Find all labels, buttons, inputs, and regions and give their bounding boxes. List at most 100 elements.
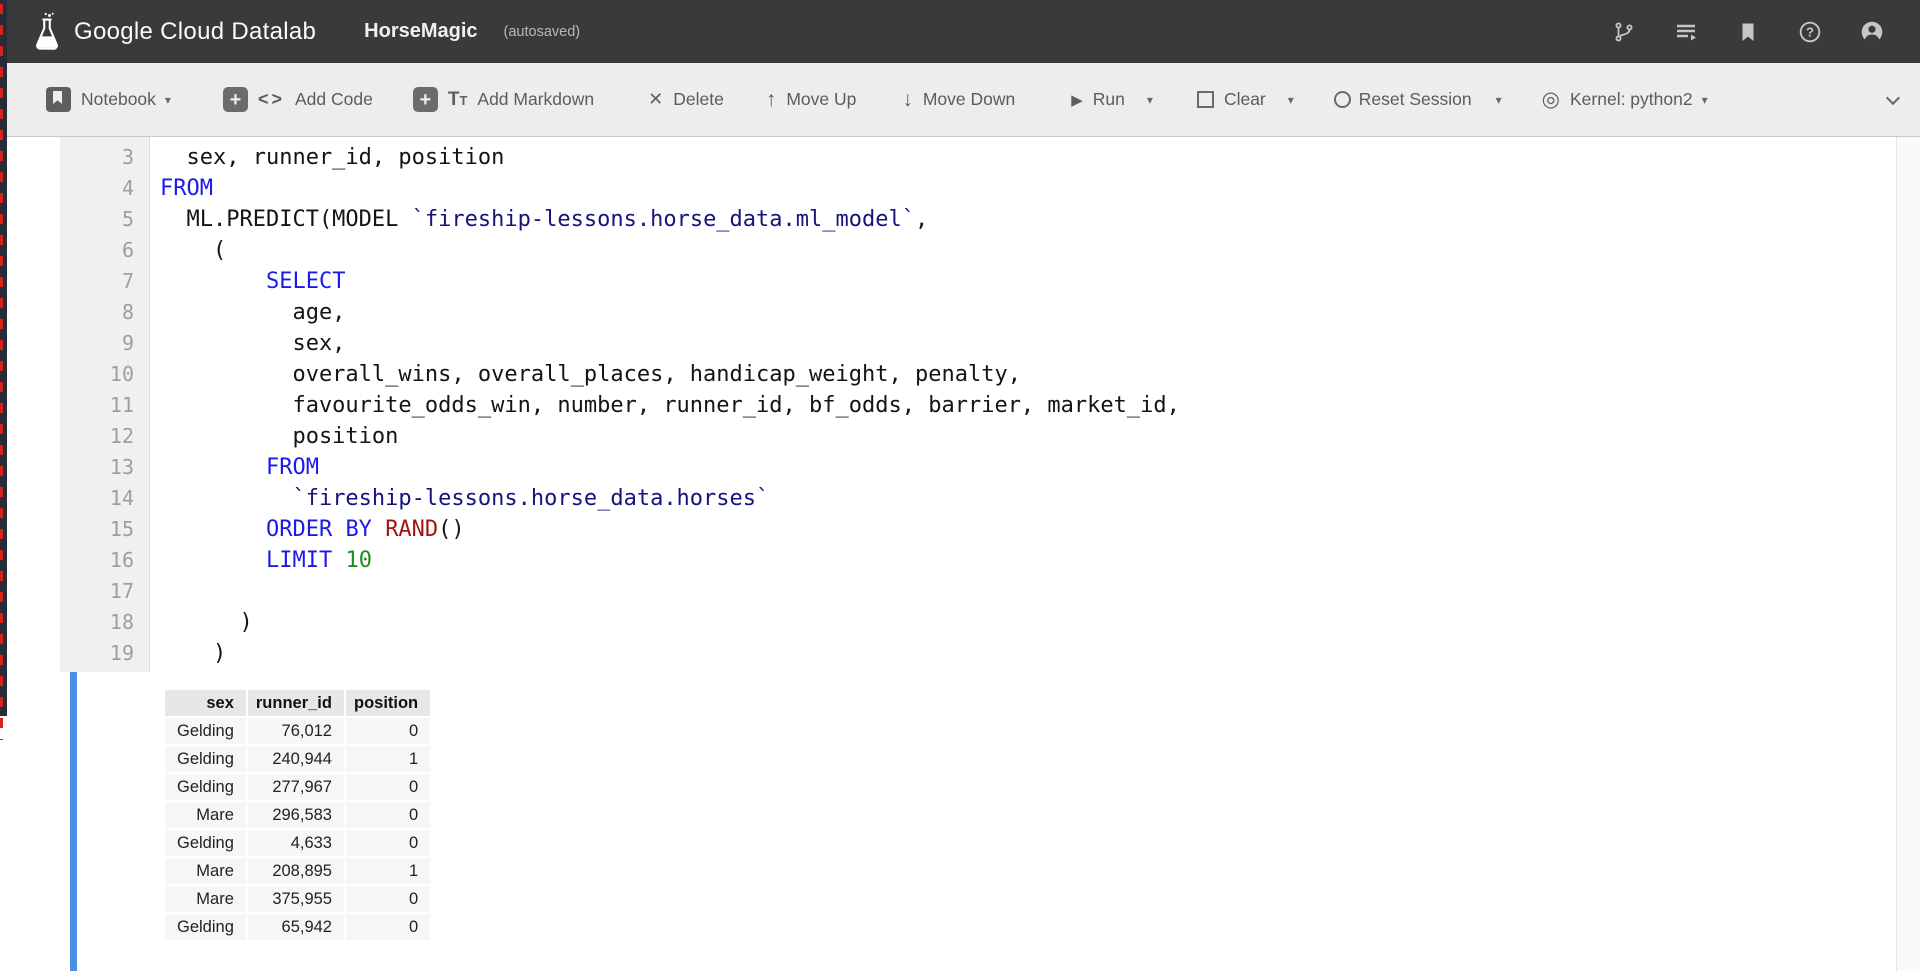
- table-cell: 0: [346, 802, 430, 828]
- table-row: Gelding4,6330: [165, 830, 430, 856]
- table-cell: Gelding: [165, 746, 246, 772]
- table-cell: 0: [346, 718, 430, 744]
- code-line[interactable]: sex,: [160, 328, 1896, 359]
- code-brackets-icon: <>: [258, 89, 285, 110]
- code-line[interactable]: (: [160, 235, 1896, 266]
- table-row: Mare208,8951: [165, 858, 430, 884]
- add-markdown-label: Add Markdown: [477, 89, 594, 110]
- code-line[interactable]: LIMIT 10: [160, 545, 1896, 576]
- table-row: Mare296,5830: [165, 802, 430, 828]
- chevron-down-icon[interactable]: ▾: [1147, 93, 1153, 107]
- line-number: 4: [60, 173, 149, 204]
- bookmark-icon[interactable]: [1736, 20, 1760, 44]
- arrow-up-icon: ↑: [766, 88, 777, 112]
- code-line[interactable]: ): [160, 638, 1896, 669]
- column-header: position: [346, 690, 430, 716]
- kernel-selector[interactable]: ◎ Kernel: python2 ▾: [1542, 87, 1708, 112]
- table-cell: Gelding: [165, 914, 246, 940]
- line-number: 10: [60, 359, 149, 390]
- table-cell: Mare: [165, 858, 246, 884]
- chevron-down-icon: ▾: [165, 93, 171, 107]
- line-number: 18: [60, 607, 149, 638]
- reset-session-button[interactable]: Reset Session ▾: [1334, 89, 1502, 110]
- code-line[interactable]: `fireship-lessons.horse_data.horses`: [160, 483, 1896, 514]
- code-line[interactable]: ): [160, 607, 1896, 638]
- text-format-icon: TT: [448, 89, 468, 111]
- screen-edge-artifact: [0, 0, 7, 716]
- notebook-title[interactable]: HorseMagic: [364, 20, 477, 43]
- line-number: 12: [60, 421, 149, 452]
- flask-icon: [32, 12, 62, 52]
- line-number: 16: [60, 545, 149, 576]
- table-cell: 0: [346, 886, 430, 912]
- git-branch-icon[interactable]: [1612, 20, 1636, 44]
- app-header: Google Cloud Datalab HorseMagic (autosav…: [0, 0, 1920, 63]
- table-cell: Mare: [165, 802, 246, 828]
- line-number: 8: [60, 297, 149, 328]
- notebook-menu-button[interactable]: Notebook ▾: [46, 87, 171, 112]
- chevron-down-icon[interactable]: ▾: [1496, 93, 1502, 107]
- move-up-label: Move Up: [786, 89, 856, 110]
- code-line[interactable]: ML.PREDICT(MODEL `fireship-lessons.horse…: [160, 204, 1896, 235]
- code-line[interactable]: sex, runner_id, position: [160, 142, 1896, 173]
- session-list-icon[interactable]: [1674, 20, 1698, 44]
- add-markdown-button[interactable]: + TT Add Markdown: [413, 87, 594, 112]
- table-row: Gelding65,9420: [165, 914, 430, 940]
- table-row: Gelding76,0120: [165, 718, 430, 744]
- svg-text:?: ?: [1806, 24, 1814, 39]
- add-code-label: Add Code: [295, 89, 373, 110]
- plus-icon: +: [223, 87, 248, 112]
- gutter: 345678910111213141516171819: [60, 137, 150, 672]
- table-row: Gelding277,9670: [165, 774, 430, 800]
- table-cell: 296,583: [248, 802, 344, 828]
- run-button[interactable]: ▶ Run ▾: [1071, 89, 1153, 110]
- reset-icon: [1334, 91, 1351, 108]
- notebook-toolbar: Notebook ▾ + <> Add Code + TT Add Markdo…: [0, 63, 1920, 137]
- help-icon[interactable]: ?: [1798, 20, 1822, 44]
- output-table: sexrunner_idposition Gelding76,0120Geldi…: [163, 688, 432, 942]
- code-line[interactable]: age,: [160, 297, 1896, 328]
- line-number: 6: [60, 235, 149, 266]
- autosave-status: (autosaved): [504, 24, 581, 40]
- table-cell: 0: [346, 914, 430, 940]
- table-row: Gelding240,9441: [165, 746, 430, 772]
- move-up-button[interactable]: ↑ Move Up: [766, 88, 857, 112]
- add-code-button[interactable]: + <> Add Code: [223, 87, 373, 112]
- code-line[interactable]: favourite_odds_win, number, runner_id, b…: [160, 390, 1896, 421]
- page-scrollbar[interactable]: [1896, 137, 1920, 971]
- code-line[interactable]: FROM: [160, 452, 1896, 483]
- line-number: 3: [60, 142, 149, 173]
- datalab-logo[interactable]: Google Cloud Datalab: [32, 12, 316, 52]
- toolbar-collapse-chevron-icon[interactable]: [1886, 91, 1900, 105]
- table-cell: Gelding: [165, 830, 246, 856]
- chevron-down-icon: ▾: [1702, 93, 1708, 107]
- clear-button[interactable]: Clear ▾: [1197, 89, 1294, 110]
- notebook-icon: [46, 87, 71, 112]
- code-line[interactable]: FROM: [160, 173, 1896, 204]
- run-icon: ▶: [1071, 91, 1083, 109]
- code-line[interactable]: SELECT: [160, 266, 1896, 297]
- table-cell: 1: [346, 746, 430, 772]
- table-cell: 4,633: [248, 830, 344, 856]
- delete-icon: ✕: [648, 89, 663, 110]
- output-table-body: Gelding76,0120Gelding240,9441Gelding277,…: [165, 718, 430, 940]
- table-cell: 277,967: [248, 774, 344, 800]
- kernel-icon: ◎: [1542, 87, 1560, 112]
- column-header: sex: [165, 690, 246, 716]
- clear-label: Clear: [1224, 89, 1266, 110]
- table-cell: Gelding: [165, 718, 246, 744]
- table-cell: 0: [346, 830, 430, 856]
- code-line[interactable]: overall_wins, overall_places, handicap_w…: [160, 359, 1896, 390]
- code-line[interactable]: [160, 576, 1896, 607]
- table-cell: 0: [346, 774, 430, 800]
- code-line[interactable]: position: [160, 421, 1896, 452]
- account-icon[interactable]: [1860, 20, 1884, 44]
- line-number: 5: [60, 204, 149, 235]
- chevron-down-icon[interactable]: ▾: [1288, 93, 1294, 107]
- code-line[interactable]: ORDER BY RAND(): [160, 514, 1896, 545]
- code-cell[interactable]: 345678910111213141516171819 sex, runner_…: [0, 137, 1896, 672]
- move-down-button[interactable]: ↓ Move Down: [902, 88, 1015, 112]
- code-lines[interactable]: sex, runner_id, positionFROM ML.PREDICT(…: [151, 137, 1896, 672]
- table-cell: 76,012: [248, 718, 344, 744]
- delete-button[interactable]: ✕ Delete: [648, 89, 724, 110]
